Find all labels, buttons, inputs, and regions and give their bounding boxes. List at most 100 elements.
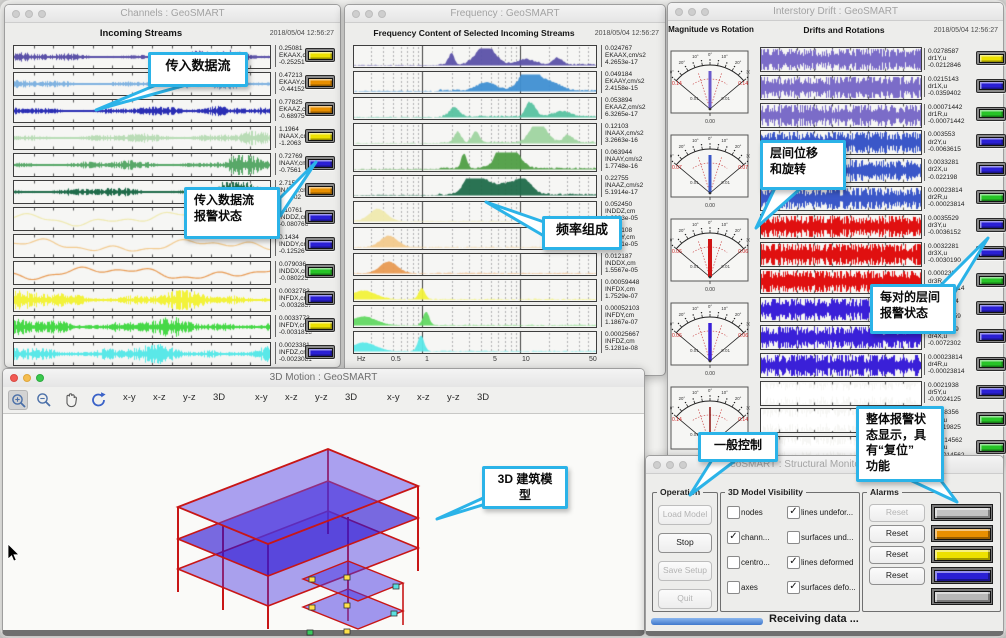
- minimize-button[interactable]: [23, 374, 31, 382]
- alarm-indicator-button[interactable]: [305, 75, 335, 89]
- drift-titlebar[interactable]: Interstory Drift : GeoSMART: [668, 3, 1003, 21]
- zoom-button[interactable]: [38, 10, 46, 18]
- drift-alarm-indicator-button[interactable]: [976, 246, 1006, 260]
- minimize-button[interactable]: [688, 8, 696, 16]
- drift-alarm-indicator-button[interactable]: [976, 190, 1006, 204]
- reset-button[interactable]: Reset: [869, 504, 925, 522]
- checkbox-centro-[interactable]: [727, 556, 740, 569]
- drift-alarm-indicator-button[interactable]: [976, 385, 1006, 399]
- reset-button[interactable]: Reset: [869, 567, 925, 585]
- alarm-color-face: [979, 332, 1004, 341]
- drift-alarm-indicator-button[interactable]: [976, 162, 1006, 176]
- zoom-in-tool[interactable]: [8, 390, 28, 410]
- signal-max: 0.0278587: [928, 48, 976, 55]
- alarm-color-face: [308, 51, 333, 60]
- view-button-xy[interactable]: x-y: [255, 392, 268, 403]
- drift-alarm-indicator-button[interactable]: [976, 51, 1006, 65]
- alarm-indicator-button[interactable]: [305, 264, 335, 278]
- alarm-indicator-button[interactable]: [305, 237, 335, 251]
- alarm-indicator-button[interactable]: [305, 210, 335, 224]
- quit-button[interactable]: Quit: [658, 589, 712, 609]
- close-button[interactable]: [12, 10, 20, 18]
- alarm-indicator-button[interactable]: [305, 291, 335, 305]
- pan-hand-tool[interactable]: [61, 390, 81, 410]
- global-alarm-swatch[interactable]: [931, 567, 993, 584]
- close-button[interactable]: [352, 10, 360, 18]
- frequency-titlebar[interactable]: Frequency : GeoSMART: [345, 5, 665, 23]
- svg-text:0.00: 0.00: [705, 287, 715, 293]
- view-button-3D[interactable]: 3D: [477, 392, 489, 403]
- callout-line: 一般控制: [708, 438, 768, 454]
- drift-alarm-indicator-button[interactable]: [976, 357, 1006, 371]
- view-button-3D[interactable]: 3D: [213, 392, 225, 403]
- zoom-button[interactable]: [36, 374, 44, 382]
- rotate-3d-tool[interactable]: [89, 390, 109, 410]
- close-button[interactable]: [675, 8, 683, 16]
- reset-button[interactable]: Reset: [869, 525, 925, 543]
- view-button-xy[interactable]: x-y: [123, 392, 136, 403]
- callout-line: 功能: [866, 459, 934, 475]
- alarm-indicator-button[interactable]: [305, 129, 335, 143]
- drift-alarm-indicator-button[interactable]: [976, 440, 1006, 454]
- alarm-indicator-button[interactable]: [305, 318, 335, 332]
- checkbox-chann-[interactable]: ✓: [727, 531, 740, 544]
- view-button-xz[interactable]: x-z: [153, 392, 166, 403]
- alarm-color-face: [979, 276, 1004, 285]
- save-setup-button[interactable]: Save Setup: [658, 561, 712, 581]
- motion-canvas-area[interactable]: [3, 414, 644, 630]
- alarm-indicator-button[interactable]: [305, 345, 335, 359]
- global-alarm-swatch[interactable]: [931, 504, 993, 521]
- minimize-button[interactable]: [365, 10, 373, 18]
- view-button-3D[interactable]: 3D: [345, 392, 357, 403]
- drift-alarm-indicator-button[interactable]: [976, 301, 1006, 315]
- zoom-button[interactable]: [679, 461, 687, 469]
- alarm-indicator-button[interactable]: [305, 183, 335, 197]
- zoom-button[interactable]: [378, 10, 386, 18]
- signal-max: 0.0032281: [928, 243, 976, 250]
- zoom-out-tool[interactable]: [34, 390, 54, 410]
- checkbox-nodes[interactable]: [727, 506, 740, 519]
- global-alarm-swatch[interactable]: [931, 546, 993, 563]
- view-button-yz[interactable]: y-z: [447, 392, 460, 403]
- zoom-button[interactable]: [701, 8, 709, 16]
- alarm-color-face: [979, 54, 1004, 63]
- alarm-indicator-button[interactable]: [305, 48, 335, 62]
- channels-titlebar[interactable]: Channels : GeoSMART: [5, 5, 340, 23]
- global-alarm-swatch[interactable]: [931, 525, 993, 542]
- alarm-color-face: [308, 213, 333, 222]
- view-button-yz[interactable]: y-z: [183, 392, 196, 403]
- close-button[interactable]: [653, 461, 661, 469]
- drift-alarm-indicator-button[interactable]: [976, 107, 1006, 121]
- drift-label: 0.0021938dr5Y,u-0.0024125: [924, 382, 976, 404]
- signal-max: 0.0215143: [928, 76, 976, 83]
- svg-text:10°: 10°: [692, 306, 699, 311]
- signal-min: -0.0036152: [928, 229, 976, 236]
- alarm-indicator-button[interactable]: [305, 156, 335, 170]
- reset-button[interactable]: Reset: [869, 546, 925, 564]
- minimize-button[interactable]: [25, 10, 33, 18]
- drift-alarm-indicator-button[interactable]: [976, 273, 1006, 287]
- load-model-button[interactable]: Load Model: [658, 505, 712, 525]
- checkbox-lines-undefor-[interactable]: ✓: [787, 506, 800, 519]
- view-button-xy[interactable]: x-y: [387, 392, 400, 403]
- checkbox-lines-deformed[interactable]: ✓: [787, 556, 800, 569]
- close-button[interactable]: [10, 374, 18, 382]
- drift-alarm-indicator-button[interactable]: [976, 412, 1006, 426]
- view-button-xz[interactable]: x-z: [285, 392, 298, 403]
- drift-alarm-indicator-button[interactable]: [976, 79, 1006, 93]
- drift-alarm-indicator-button[interactable]: [976, 329, 1006, 343]
- waveform-plot: [353, 305, 597, 328]
- stop-button[interactable]: Stop: [658, 533, 712, 553]
- checkbox-surfaces-defo-[interactable]: ✓: [787, 581, 800, 594]
- global-alarm-swatch[interactable]: [931, 588, 993, 605]
- minimize-button[interactable]: [666, 461, 674, 469]
- drift-alarm-indicator-button[interactable]: [976, 134, 1006, 148]
- alarm-indicator-button[interactable]: [305, 102, 335, 116]
- view-button-yz[interactable]: y-z: [315, 392, 328, 403]
- view-button-xz[interactable]: x-z: [417, 392, 430, 403]
- motion-titlebar[interactable]: 3D Motion : GeoSMART: [3, 369, 644, 388]
- drift-alarm-indicator-button[interactable]: [976, 218, 1006, 232]
- signal-max: 0.0035529: [928, 215, 976, 222]
- checkbox-surfaces-und-[interactable]: [787, 531, 800, 544]
- checkbox-axes[interactable]: [727, 581, 740, 594]
